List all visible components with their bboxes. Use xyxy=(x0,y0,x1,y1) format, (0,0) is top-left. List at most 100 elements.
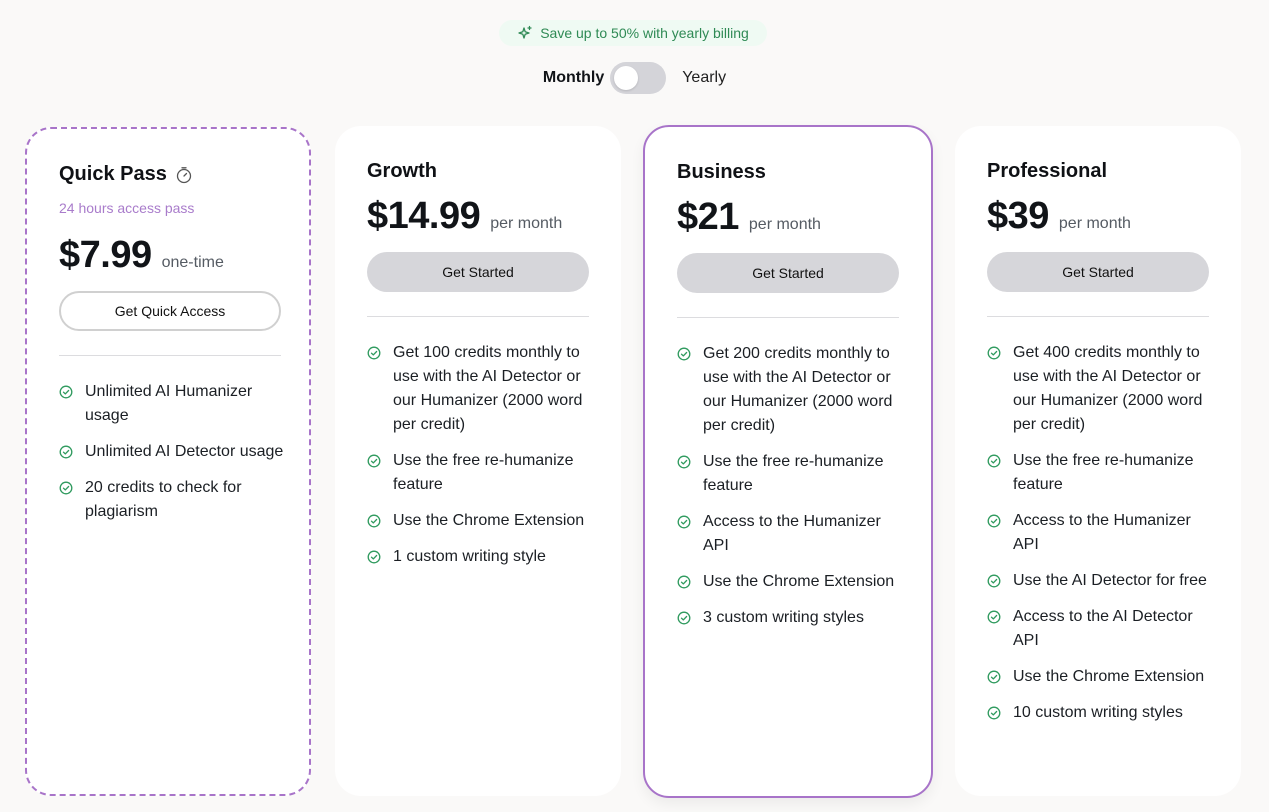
feature-list: Get 100 credits monthly to use with the … xyxy=(367,341,589,569)
feature-item: Use the free re-humanize feature xyxy=(367,449,597,497)
billing-period-toggle: Monthly Yearly xyxy=(0,62,1269,94)
plan-name: Quick Pass xyxy=(59,163,167,185)
check-circle-icon xyxy=(59,481,73,495)
feature-text: Get 400 credits monthly to use with the … xyxy=(1013,344,1203,433)
check-circle-icon xyxy=(367,454,381,468)
get-quick-access-button[interactable]: Get Quick Access xyxy=(59,291,281,331)
feature-item: Use the Chrome Extension xyxy=(677,570,907,594)
feature-text: Use the Chrome Extension xyxy=(393,512,585,529)
check-circle-icon xyxy=(59,385,73,399)
check-circle-icon xyxy=(367,346,381,360)
divider xyxy=(987,316,1209,317)
get-started-button[interactable]: Get Started xyxy=(677,253,899,293)
price-row: $21 per month xyxy=(677,196,899,239)
feature-text: Use the Chrome Extension xyxy=(703,573,895,590)
billing-toggle-switch[interactable] xyxy=(610,62,667,94)
plan-name: Professional xyxy=(987,160,1108,182)
plan-price: $39 xyxy=(987,195,1049,237)
feature-text: 10 custom writing styles xyxy=(1013,704,1183,721)
check-circle-icon xyxy=(987,514,1001,528)
savings-text: Save up to 50% with yearly billing xyxy=(540,25,749,41)
check-circle-icon xyxy=(987,346,1001,360)
divider xyxy=(59,355,281,356)
feature-text: 20 credits to check for plagiarism xyxy=(85,479,242,520)
feature-item: Use the free re-humanize feature xyxy=(987,449,1217,497)
feature-item: Get 100 credits monthly to use with the … xyxy=(367,341,597,437)
feature-list: Get 400 credits monthly to use with the … xyxy=(987,341,1209,725)
feature-item: Use the AI Detector for free xyxy=(987,569,1217,593)
plan-subtitle: 24 hours access pass xyxy=(59,200,195,216)
feature-text: Get 100 credits monthly to use with the … xyxy=(393,344,583,433)
feature-item: Get 200 credits monthly to use with the … xyxy=(677,342,907,438)
check-circle-icon xyxy=(987,574,1001,588)
feature-list: Unlimited AI Humanizer usage Unlimited A… xyxy=(59,380,283,524)
plan-period: one-time xyxy=(161,254,224,271)
check-circle-icon xyxy=(59,445,73,459)
feature-text: Access to the Humanizer API xyxy=(703,513,881,554)
check-circle-icon xyxy=(987,670,1001,684)
price-row: $39 per month xyxy=(987,195,1209,238)
timer-icon xyxy=(176,166,191,183)
plan-name: Business xyxy=(677,161,766,183)
check-circle-icon xyxy=(987,610,1001,624)
plan-name-row: Quick Pass xyxy=(59,163,277,186)
feature-item: 1 custom writing style xyxy=(367,545,597,569)
feature-text: 1 custom writing style xyxy=(393,548,546,565)
plan-price: $14.99 xyxy=(367,195,481,237)
check-circle-icon xyxy=(987,706,1001,720)
divider xyxy=(677,317,899,318)
check-circle-icon xyxy=(677,515,691,529)
feature-text: Use the AI Detector for free xyxy=(1013,572,1207,589)
feature-text: Access to the Humanizer API xyxy=(1013,512,1191,553)
feature-text: Get 200 credits monthly to use with the … xyxy=(703,345,893,434)
plan-card-quick-pass: Quick Pass 24 hours access pass $7.99 on… xyxy=(25,127,311,796)
check-circle-icon xyxy=(987,454,1001,468)
feature-item: Unlimited AI Detector usage xyxy=(59,440,289,464)
feature-item: 10 custom writing styles xyxy=(987,701,1217,725)
plan-period: per month xyxy=(1058,215,1131,232)
plan-card-professional: Professional $39 per month Get Started G… xyxy=(955,126,1241,796)
check-circle-icon xyxy=(677,575,691,589)
plan-period: per month xyxy=(490,215,563,232)
check-circle-icon xyxy=(677,611,691,625)
feature-item: Use the Chrome Extension xyxy=(367,509,597,533)
feature-item: Use the Chrome Extension xyxy=(987,665,1217,689)
feature-text: Use the free re-humanize feature xyxy=(393,452,574,493)
check-circle-icon xyxy=(677,455,691,469)
feature-item: Access to the Humanizer API xyxy=(987,509,1217,557)
feature-item: Access to the Humanizer API xyxy=(677,510,907,558)
feature-text: Access to the AI Detector API xyxy=(1013,608,1193,649)
feature-item: 20 credits to check for plagiarism xyxy=(59,476,289,524)
feature-text: Use the free re-humanize feature xyxy=(703,453,884,494)
check-circle-icon xyxy=(367,514,381,528)
feature-item: Use the free re-humanize feature xyxy=(677,450,907,498)
monthly-label[interactable]: Monthly xyxy=(543,69,604,87)
check-circle-icon xyxy=(677,347,691,361)
yearly-savings-badge: Save up to 50% with yearly billing xyxy=(499,20,767,46)
check-circle-icon xyxy=(367,550,381,564)
feature-item: Get 400 credits monthly to use with the … xyxy=(987,341,1217,437)
plan-name: Growth xyxy=(367,160,437,182)
get-started-button[interactable]: Get Started xyxy=(367,252,589,292)
yearly-label[interactable]: Yearly xyxy=(682,69,726,87)
plan-period: per month xyxy=(748,216,821,233)
get-started-button[interactable]: Get Started xyxy=(987,252,1209,292)
feature-item: Access to the AI Detector API xyxy=(987,605,1217,653)
plan-price: $7.99 xyxy=(59,234,152,276)
feature-item: Unlimited AI Humanizer usage xyxy=(59,380,289,428)
plan-card-growth: Growth $14.99 per month Get Started Get … xyxy=(335,126,621,796)
price-row: $7.99 one-time xyxy=(59,234,277,277)
divider xyxy=(367,316,589,317)
feature-text: 3 custom writing styles xyxy=(703,609,864,626)
sparkle-icon xyxy=(518,25,532,39)
feature-text: Use the free re-humanize feature xyxy=(1013,452,1194,493)
plan-card-business: Business $21 per month Get Started Get 2… xyxy=(643,125,933,798)
feature-text: Use the Chrome Extension xyxy=(1013,668,1205,685)
feature-text: Unlimited AI Humanizer usage xyxy=(85,383,253,424)
feature-text: Unlimited AI Detector usage xyxy=(85,443,284,460)
price-row: $14.99 per month xyxy=(367,195,589,238)
feature-item: 3 custom writing styles xyxy=(677,606,907,630)
plan-price: $21 xyxy=(677,196,739,238)
toggle-knob xyxy=(614,66,639,90)
feature-list: Get 200 credits monthly to use with the … xyxy=(677,342,899,630)
